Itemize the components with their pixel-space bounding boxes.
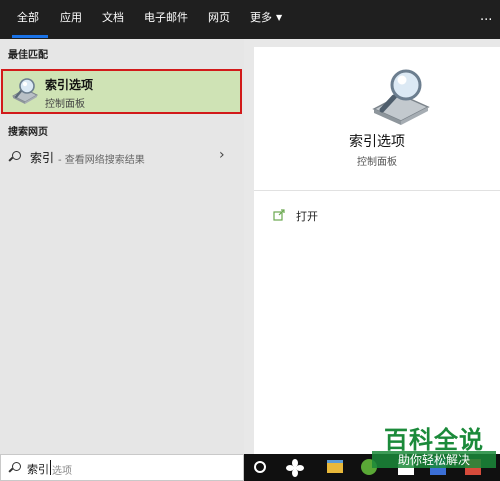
- cortana-icon[interactable]: [254, 461, 266, 473]
- search-input[interactable]: 索引: [27, 461, 49, 477]
- tab-web[interactable]: 网页: [208, 0, 230, 39]
- chevron-down-icon: ▼: [276, 13, 283, 22]
- chevron-right-icon: ›: [219, 147, 225, 163]
- indexing-options-icon: [11, 78, 39, 104]
- tab-web-label: 网页: [208, 11, 230, 24]
- open-icon[interactable]: [273, 209, 285, 221]
- web-suggestion-query: 索引: [30, 151, 55, 165]
- tab-apps-label: 应用: [60, 11, 82, 24]
- best-match-subtitle: 控制面板: [45, 99, 85, 110]
- search-icon: [8, 462, 21, 474]
- web-search-suggestion[interactable]: 索引 - 查看网络搜索结果 ›: [0, 145, 244, 169]
- taskbar-search-box[interactable]: 索引 选项: [0, 454, 244, 481]
- tab-all[interactable]: 全部: [17, 0, 39, 39]
- fan-app-icon[interactable]: [286, 459, 304, 477]
- preview-divider: [254, 190, 500, 191]
- web-suggestion-hint: - 查看网络搜索结果: [58, 155, 145, 166]
- web-search-header: 搜索网页: [8, 127, 48, 138]
- indexing-options-large-icon: [372, 69, 430, 125]
- best-match-result[interactable]: 索引选项 控制面板: [1, 69, 242, 114]
- preview-subtitle: 控制面板: [357, 157, 397, 168]
- tab-email[interactable]: 电子邮件: [144, 0, 188, 39]
- text-caret: [50, 460, 51, 475]
- tab-all-label: 全部: [17, 11, 39, 24]
- best-match-header: 最佳匹配: [8, 50, 48, 61]
- tab-more-label: 更多: [250, 11, 272, 24]
- search-category-bar: 全部 应用 文档 电子邮件 网页 更多 ▼ ···: [0, 0, 500, 39]
- tab-apps[interactable]: 应用: [60, 0, 82, 39]
- search-icon: [8, 151, 21, 163]
- file-explorer-icon[interactable]: [327, 460, 343, 473]
- more-options-icon[interactable]: ···: [480, 13, 492, 28]
- tab-email-label: 电子邮件: [144, 11, 188, 24]
- preview-pane: 索引选项 控制面板 打开: [254, 47, 500, 454]
- open-action[interactable]: 打开: [296, 208, 318, 224]
- watermark-title: 百科全说: [384, 426, 484, 454]
- watermark-subtitle: 助你轻松解决: [372, 451, 496, 468]
- tab-more[interactable]: 更多 ▼: [250, 0, 282, 39]
- watermark: 百科全说 助你轻松解决: [372, 420, 496, 472]
- best-match-title: 索引选项: [45, 78, 94, 92]
- active-tab-indicator: [12, 35, 48, 38]
- tab-documents-label: 文档: [102, 11, 124, 24]
- preview-title: 索引选项: [349, 134, 405, 150]
- search-autocomplete: 选项: [52, 466, 72, 477]
- tab-documents[interactable]: 文档: [102, 0, 124, 39]
